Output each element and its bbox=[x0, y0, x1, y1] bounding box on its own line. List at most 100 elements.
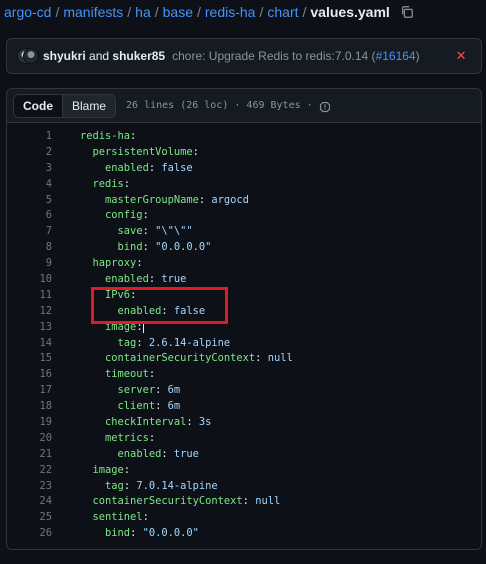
breadcrumb-link-base[interactable]: base bbox=[163, 4, 193, 20]
line-number[interactable]: 14 bbox=[7, 336, 52, 352]
code-text: metrics: bbox=[52, 431, 155, 447]
line-number[interactable]: 20 bbox=[7, 431, 52, 447]
yaml-colon: : bbox=[155, 400, 162, 413]
code-text: config: bbox=[52, 208, 149, 224]
line-number[interactable]: 5 bbox=[7, 193, 52, 209]
yaml-colon: : bbox=[136, 257, 143, 270]
code-line: 25 sentinel: bbox=[7, 510, 481, 526]
authors-conjunction: and bbox=[89, 49, 110, 63]
yaml-colon: : bbox=[148, 273, 156, 286]
line-number[interactable]: 1 bbox=[7, 129, 52, 145]
yaml-value: 6m bbox=[167, 384, 181, 397]
line-number[interactable]: 22 bbox=[7, 463, 52, 479]
line-number[interactable]: 10 bbox=[7, 272, 52, 288]
code-line: 17 server: 6m bbox=[7, 383, 481, 399]
line-number[interactable]: 17 bbox=[7, 383, 52, 399]
breadcrumb-link-ha[interactable]: ha bbox=[135, 4, 151, 20]
blame-tab[interactable]: Blame bbox=[63, 94, 116, 117]
code-line: 16 timeout: bbox=[7, 367, 481, 383]
breadcrumb-link-chart[interactable]: chart bbox=[267, 4, 298, 20]
yaml-value: false bbox=[173, 304, 206, 317]
line-number[interactable]: 11 bbox=[7, 288, 52, 304]
yaml-colon: : bbox=[123, 177, 131, 190]
yaml-value: argocd bbox=[211, 193, 249, 206]
yaml-key: image bbox=[105, 320, 137, 333]
yaml-key: bind bbox=[117, 241, 143, 254]
yaml-colon: : bbox=[142, 241, 149, 254]
line-number[interactable]: 13 bbox=[7, 320, 52, 336]
yaml-key: redis bbox=[92, 177, 124, 190]
code-tab[interactable]: Code bbox=[14, 94, 63, 117]
line-number[interactable]: 25 bbox=[7, 510, 52, 526]
code-text: enabled: false bbox=[52, 304, 206, 320]
yaml-key: save bbox=[117, 225, 143, 238]
line-number[interactable]: 2 bbox=[7, 145, 52, 161]
breadcrumb-separator: / bbox=[259, 4, 264, 20]
yaml-value: null bbox=[267, 352, 293, 365]
breadcrumb-separator: / bbox=[55, 4, 60, 20]
yaml-colon: : bbox=[155, 384, 162, 397]
yaml-colon: : bbox=[161, 447, 168, 460]
code-line: 9 haproxy: bbox=[7, 256, 481, 272]
yaml-key: metrics bbox=[105, 431, 149, 444]
yaml-value: 3s bbox=[198, 416, 212, 429]
yaml-colon: : bbox=[148, 368, 156, 381]
yaml-key: enabled bbox=[105, 161, 149, 174]
breadcrumb-link-manifests[interactable]: manifests bbox=[63, 4, 123, 20]
line-number[interactable]: 16 bbox=[7, 367, 52, 383]
text-cursor bbox=[142, 320, 145, 333]
code-line: 14 tag: 2.6.14-alpine bbox=[7, 336, 481, 352]
code-text: image: bbox=[52, 463, 131, 479]
line-number[interactable]: 7 bbox=[7, 224, 52, 240]
breadcrumb-link-redis-ha[interactable]: redis-ha bbox=[205, 4, 256, 20]
code-text: checkInterval: 3s bbox=[52, 415, 211, 431]
commit-message-end: ) bbox=[415, 49, 420, 63]
line-number[interactable]: 3 bbox=[7, 161, 52, 177]
yaml-key: containerSecurityContext bbox=[92, 495, 243, 508]
code-line: 13 image: bbox=[7, 320, 481, 336]
code-text: server: 6m bbox=[52, 383, 181, 399]
yaml-key: persistentVolume bbox=[92, 145, 193, 158]
line-number[interactable]: 24 bbox=[7, 494, 52, 510]
line-number[interactable]: 19 bbox=[7, 415, 52, 431]
yaml-value: "\"\"" bbox=[155, 225, 193, 238]
breadcrumb-link-argo-cd[interactable]: argo-cd bbox=[4, 4, 51, 20]
code-line: 6 config: bbox=[7, 208, 481, 224]
line-number[interactable]: 23 bbox=[7, 479, 52, 495]
line-number[interactable]: 12 bbox=[7, 304, 52, 320]
code-text: enabled: false bbox=[52, 161, 193, 177]
line-number[interactable]: 6 bbox=[7, 208, 52, 224]
code-text: persistentVolume: bbox=[52, 145, 199, 161]
breadcrumb-current-file: values.yaml bbox=[310, 4, 390, 20]
line-number[interactable]: 26 bbox=[7, 526, 52, 542]
yaml-key: config bbox=[105, 209, 143, 222]
yaml-value: false bbox=[161, 161, 193, 174]
code-line: 18 client: 6m bbox=[7, 399, 481, 415]
code-line: 19 checkInterval: 3s bbox=[7, 415, 481, 431]
yaml-key: enabled bbox=[117, 447, 162, 460]
code-text: IPv6: bbox=[52, 288, 136, 304]
author-link-shuker85[interactable]: shuker85 bbox=[112, 49, 165, 63]
copy-icon[interactable] bbox=[400, 5, 414, 19]
code-text: tag: 7.0.14-alpine bbox=[52, 479, 218, 495]
x-icon[interactable]: ✕ bbox=[456, 48, 467, 64]
line-number[interactable]: 15 bbox=[7, 351, 52, 367]
code-line: 15 containerSecurityContext: null bbox=[7, 351, 481, 367]
line-number[interactable]: 21 bbox=[7, 447, 52, 463]
pull-request-link[interactable]: #16164 bbox=[376, 49, 416, 63]
code-view[interactable]: 1 redis-ha: 2 persistentVolume: 3 enabled: … bbox=[7, 123, 481, 542]
line-number[interactable]: 9 bbox=[7, 256, 52, 272]
author-avatars[interactable] bbox=[17, 47, 39, 65]
commit-message[interactable]: chore: Upgrade Redis to redis:7.0.14 (#1… bbox=[172, 49, 420, 63]
line-number[interactable]: 18 bbox=[7, 399, 52, 415]
code-line: 20 metrics: bbox=[7, 431, 481, 447]
author-link-shyukri[interactable]: shyukri bbox=[43, 49, 86, 63]
code-text: containerSecurityContext: null bbox=[52, 494, 281, 510]
avatar bbox=[23, 48, 39, 64]
info-icon[interactable] bbox=[319, 100, 331, 112]
line-number[interactable]: 8 bbox=[7, 240, 52, 256]
commit-message-text[interactable]: chore: Upgrade Redis to redis:7.0.14 ( bbox=[172, 49, 375, 63]
line-number[interactable]: 4 bbox=[7, 177, 52, 193]
yaml-key: bind bbox=[105, 527, 131, 540]
code-line: 21 enabled: true bbox=[7, 447, 481, 463]
